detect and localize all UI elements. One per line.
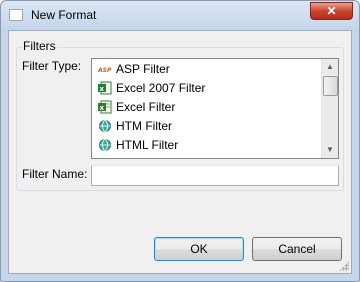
list-item-label: HTML Filter — [116, 138, 179, 152]
list-scrollbar[interactable]: ▲ ▼ — [321, 59, 338, 158]
resize-grip-icon[interactable] — [339, 261, 349, 271]
excel-icon: x — [98, 100, 112, 114]
window-title: New Format — [31, 8, 97, 22]
svg-text:ASP: ASP — [98, 67, 112, 74]
svg-text:x: x — [100, 104, 105, 112]
list-item-label: Excel 2007 Filter — [116, 81, 206, 95]
dialog-body: Filters Filter Type: ASP ASP Filter x Ex… — [8, 30, 352, 274]
filter-name-label: Filter Name: — [22, 167, 88, 181]
dialog-window: New Format ✕ Filters Filter Type: ASP AS… — [0, 0, 360, 282]
filter-name-input[interactable] — [91, 165, 339, 186]
web-icon — [98, 138, 112, 152]
excel-icon: x — [98, 81, 112, 95]
window-icon — [9, 9, 23, 21]
cancel-button[interactable]: Cancel — [252, 237, 342, 261]
filter-type-list[interactable]: ASP ASP Filter x Excel 2007 Filter x Exc… — [91, 58, 339, 159]
list-item[interactable]: HTM Filter — [98, 117, 318, 136]
list-item[interactable]: x Excel 2007 Filter — [98, 79, 318, 98]
scroll-down-icon[interactable]: ▼ — [322, 142, 338, 158]
scroll-thumb[interactable] — [323, 76, 338, 96]
scroll-up-icon[interactable]: ▲ — [322, 59, 338, 75]
list-item-label: ASP Filter — [116, 62, 170, 76]
list-item[interactable]: x Excel Filter — [98, 98, 318, 117]
svg-text:x: x — [100, 85, 105, 93]
asp-icon: ASP — [97, 62, 112, 76]
list-item[interactable]: HTML Filter — [98, 136, 318, 155]
filter-type-label: Filter Type: — [22, 59, 82, 73]
list-item-label: Excel Filter — [116, 100, 176, 114]
list-item-label: HTM Filter — [116, 119, 172, 133]
list-item[interactable]: ASP ASP Filter — [97, 60, 318, 79]
filters-group-title: Filters — [22, 39, 57, 53]
generic-filter-icon — [98, 157, 112, 158]
title-bar[interactable]: New Format ✕ — [1, 1, 359, 29]
web-icon — [98, 119, 112, 133]
ok-button[interactable]: OK — [154, 237, 244, 261]
list-item[interactable] — [98, 155, 318, 158]
close-button[interactable]: ✕ — [310, 2, 353, 20]
